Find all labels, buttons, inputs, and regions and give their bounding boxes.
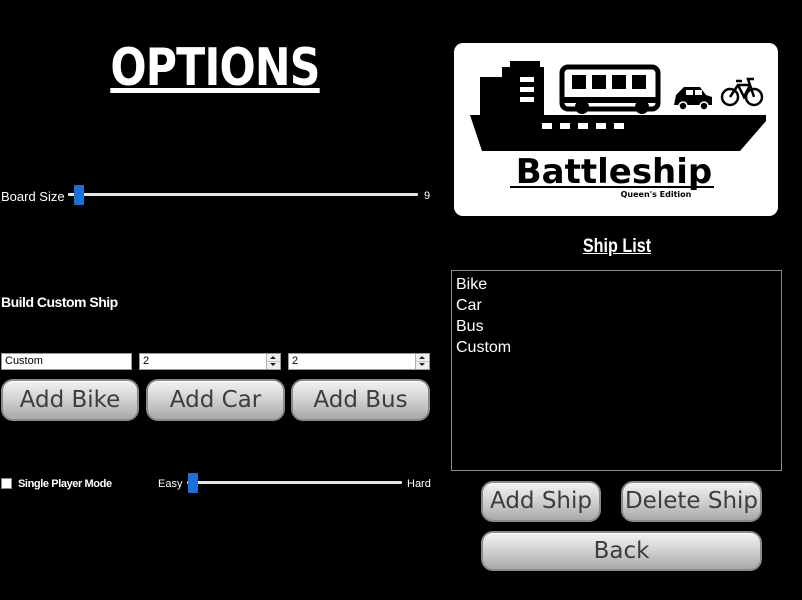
spinner-down-icon[interactable]: [419, 363, 425, 366]
page-title: OPTIONS: [110, 38, 320, 98]
add-bus-button[interactable]: Add Bus: [291, 379, 430, 421]
difficulty-track: [187, 481, 402, 484]
board-size-value: 9: [424, 190, 431, 202]
difficulty-easy-label: Easy: [158, 478, 183, 490]
custom-ship-name-input[interactable]: Custom: [1, 353, 132, 370]
list-item[interactable]: Custom: [456, 337, 777, 358]
ship-list[interactable]: Bike Car Bus Custom: [451, 270, 782, 471]
ship-list-title: Ship List: [582, 236, 652, 257]
list-item[interactable]: Car: [456, 295, 777, 316]
single-player-label: Single Player Mode: [18, 478, 112, 490]
ship-length-spinner[interactable]: 2: [139, 353, 281, 370]
custom-ship-heading: Build Custom Ship: [1, 294, 118, 310]
single-player-checkbox[interactable]: [1, 478, 12, 489]
spinner-down-icon[interactable]: [270, 363, 276, 366]
spinner-up-icon[interactable]: [419, 356, 425, 359]
difficulty-hard-label: Hard: [407, 478, 431, 490]
logo-subtitle: Queen's Edition: [621, 190, 692, 199]
spinner-arrows[interactable]: [266, 354, 280, 369]
add-bike-button[interactable]: Add Bike: [1, 379, 139, 421]
list-item[interactable]: Bike: [456, 274, 777, 295]
difficulty-handle[interactable]: [188, 473, 198, 493]
board-size-track: [68, 193, 418, 196]
spinner-up-icon[interactable]: [270, 356, 276, 359]
board-size-slider[interactable]: [68, 184, 418, 206]
battleship-logo: Battleship Queen's Edition: [454, 43, 778, 216]
spinner-arrows[interactable]: [415, 354, 429, 369]
list-item[interactable]: Bus: [456, 316, 777, 337]
board-size-label: Board Size: [1, 189, 65, 204]
ship-width-spinner[interactable]: 2: [288, 353, 430, 370]
ship-width-value: 2: [292, 355, 299, 367]
ship-logo-icon: Battleship Queen's Edition: [470, 61, 766, 199]
add-ship-button[interactable]: Add Ship: [481, 481, 601, 522]
ship-length-value: 2: [143, 355, 150, 367]
back-button[interactable]: Back: [481, 531, 762, 571]
difficulty-slider[interactable]: [187, 472, 402, 494]
board-size-handle[interactable]: [74, 185, 84, 205]
add-car-button[interactable]: Add Car: [146, 379, 285, 421]
delete-ship-button[interactable]: Delete Ship: [621, 481, 762, 522]
